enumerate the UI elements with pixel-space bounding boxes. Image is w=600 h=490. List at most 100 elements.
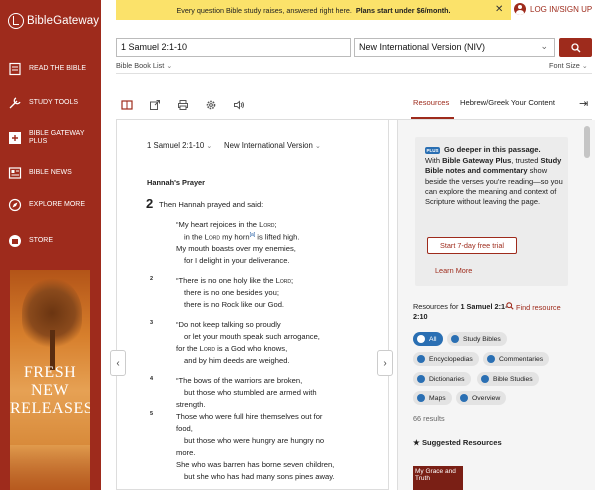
filter-chip-bible-studies[interactable]: Bible Studies (477, 372, 539, 386)
filter-chip-maps[interactable]: Maps (413, 391, 452, 405)
resource-thumbnail[interactable]: My Grace and Truth (413, 466, 463, 490)
verse-number: 3 (150, 320, 154, 326)
news-icon (8, 166, 22, 180)
bible-gateway-logo[interactable]: BibleGateway (8, 13, 99, 29)
verse-text: Then Hannah prayed and said: (159, 200, 264, 209)
comment-icon (487, 355, 495, 363)
version-select[interactable]: New International Version (NIV) ⌄ (354, 38, 555, 57)
dictionary-icon (417, 375, 425, 383)
filter-chip-all[interactable]: All (413, 332, 443, 346)
verse-line: but she who has had many sons pines away… (184, 472, 335, 481)
start-trial-button[interactable]: Start 7-day free trial (427, 237, 517, 254)
plus-title: Go deeper in this passage. (444, 145, 541, 154)
print-icon[interactable] (177, 99, 189, 111)
verse-line: but those who stumbled are armed with (184, 388, 317, 397)
plus-badge: PLUS (425, 147, 440, 154)
resources-for-label: Resources for 1 Samuel 2:1-2:10 (413, 302, 508, 321)
filter-chip-overview[interactable]: Overview (456, 391, 507, 405)
overview-icon (460, 394, 468, 402)
verse-line: more. (176, 448, 196, 457)
divider (116, 73, 592, 74)
reader-version-select[interactable]: New International Version ⌄ (224, 141, 321, 150)
parallel-icon[interactable] (121, 99, 133, 111)
verse-line: but those who were hungry are hungry no (184, 436, 325, 445)
verse-line: there is no one besides you; (184, 288, 279, 297)
verse-line: “Do not keep talking so proudly (176, 320, 281, 329)
verse-line: My mouth boasts over my enemies, (176, 244, 296, 253)
promo-banner[interactable]: Every question Bible study raises, answe… (116, 0, 511, 20)
verse-line: for the Lord is a God who knows, (176, 344, 288, 353)
check-icon (417, 335, 425, 343)
tools-icon (8, 96, 22, 110)
tab-resources[interactable]: Resources (413, 98, 449, 107)
section-heading: Hannah's Prayer (147, 178, 206, 187)
passage-input[interactable]: 1 Samuel 2:1-10 (116, 38, 351, 57)
verse-line: “The bows of the warriors are broken, (176, 376, 303, 385)
verse-line: there is no Rock like our God. (184, 300, 285, 309)
chevron-down-icon: ⌄ (540, 41, 548, 51)
search-button[interactable] (559, 38, 592, 57)
ad-text-line-3: RELEASES (10, 400, 90, 417)
store-icon (8, 234, 22, 248)
map-icon (417, 394, 425, 402)
verse-line: Those who were full hire themselves out … (176, 412, 323, 421)
share-icon[interactable] (149, 99, 161, 111)
compass-icon (8, 198, 22, 212)
chevron-down-icon: ⌄ (206, 143, 213, 150)
login-link[interactable]: LOG IN/SIGN UP (514, 3, 592, 15)
bible-icon (451, 335, 459, 343)
chevron-right-icon: › (383, 357, 387, 369)
logo-icon (8, 13, 24, 29)
chapter-number: 2 (146, 196, 154, 211)
sidebar-item-read-the-bible[interactable]: READ THE BIBLE (8, 62, 93, 76)
collapse-panel-icon[interactable]: ⇥ (579, 97, 588, 110)
filter-chip-encyclopedias[interactable]: Encyclopedias (413, 352, 479, 366)
verse-line: and by him deeds are weighed. (184, 356, 290, 365)
next-chapter-button[interactable]: › (377, 350, 393, 376)
verse-number: 2 (150, 276, 154, 282)
chevron-down-icon: ⌄ (166, 63, 173, 70)
sidebar: BibleGateway READ THE BIBLE STUDY TOOLS … (0, 0, 101, 490)
verse-number: 4 (150, 376, 154, 382)
sidebar-item-explore-more[interactable]: EXPLORE MORE (8, 198, 93, 212)
verse-line: strength. (176, 400, 206, 409)
tab-hebrew-greek-your-content[interactable]: Hebrew/Greek Your Content (460, 98, 555, 107)
plus-icon (8, 131, 22, 145)
plus-description: With Bible Gateway Plus, trusted Study B… (425, 156, 563, 207)
star-icon: ★ (413, 438, 420, 447)
chevron-left-icon: ‹ (116, 357, 120, 369)
learn-more-link[interactable]: Learn More (435, 266, 472, 275)
results-count: 66 results (413, 414, 445, 423)
font-size-toggle[interactable]: Font Size ⌄ (549, 61, 588, 70)
footnote-marker[interactable]: [a] (250, 232, 256, 238)
passage-reference-select[interactable]: 1 Samuel 2:1-10 ⌄ (147, 141, 212, 150)
sidebar-item-store[interactable]: STORE (8, 234, 93, 248)
bible-reading-panel: 1 Samuel 2:1-10 ⌄ New International Vers… (116, 120, 389, 490)
filter-chip-study-bibles[interactable]: Study Bibles (447, 332, 507, 346)
user-icon (514, 3, 526, 15)
audio-icon[interactable] (233, 99, 245, 111)
book-icon (8, 62, 22, 76)
verse-number: 5 (150, 411, 154, 417)
sidebar-item-bible-news[interactable]: BIBLE NEWS (8, 166, 93, 180)
sidebar-item-study-tools[interactable]: STUDY TOOLS (8, 96, 93, 110)
plus-promo-card: PLUS Go deeper in this passage. With Bib… (415, 137, 568, 286)
gear-icon[interactable] (205, 99, 217, 111)
ad-text-line-1: FRESH (23, 364, 77, 381)
filter-chip-commentaries[interactable]: Commentaries (483, 352, 550, 366)
suggested-resources-heading: ★ Suggested Resources (413, 438, 502, 447)
verse-line: in the Lord my horn[a] is lifted high. (184, 232, 300, 242)
bible-book-list-toggle[interactable]: Bible Book List ⌄ (116, 61, 172, 70)
sidebar-item-plus[interactable]: BIBLE GATEWAY PLUS (8, 130, 93, 146)
scrollbar[interactable] (584, 126, 590, 158)
verse-line: She who was barren has borne seven child… (176, 460, 335, 469)
filter-chip-dictionaries[interactable]: Dictionaries (413, 372, 471, 386)
close-icon[interactable]: ✕ (495, 4, 503, 15)
find-resource-link[interactable]: Find resource (506, 302, 566, 313)
verse-line: for I delight in your deliverance. (184, 256, 290, 265)
previous-chapter-button[interactable]: ‹ (110, 350, 126, 376)
verse-line: “My heart rejoices in the Lord; (176, 220, 277, 229)
verse-line: “There is no one holy like the Lord; (176, 276, 294, 285)
chevron-down-icon: ⌄ (315, 143, 321, 150)
advertisement-banner[interactable]: FRESH NEW RELEASES (10, 270, 90, 490)
